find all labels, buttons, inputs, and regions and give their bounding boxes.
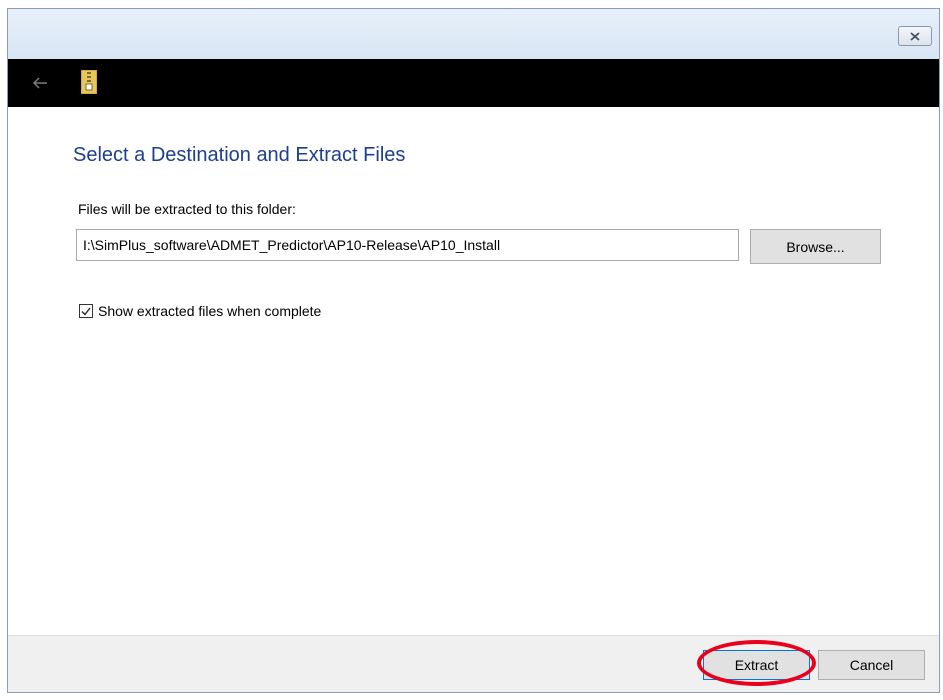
- title-bar: [8, 9, 939, 59]
- extract-button[interactable]: Extract: [703, 650, 810, 680]
- checkmark-icon: [81, 307, 91, 316]
- browse-button[interactable]: Browse...: [750, 229, 881, 264]
- destination-path-input[interactable]: [76, 229, 739, 261]
- header-bar: [8, 59, 939, 107]
- close-button[interactable]: [898, 26, 932, 46]
- cancel-button[interactable]: Cancel: [818, 650, 925, 680]
- close-icon: [910, 31, 920, 41]
- dialog-footer: Extract Cancel: [8, 635, 939, 692]
- show-extracted-files-checkbox[interactable]: [79, 304, 93, 318]
- show-extracted-files-label: Show extracted files when complete: [98, 303, 322, 319]
- show-extracted-files-option[interactable]: Show extracted files when complete: [79, 303, 321, 319]
- extract-dialog-window: Select a Destination and Extract Files F…: [7, 8, 940, 693]
- back-button[interactable]: [28, 71, 52, 95]
- destination-label: Files will be extracted to this folder:: [78, 201, 296, 217]
- back-arrow-icon: [32, 77, 47, 89]
- zip-folder-icon: [81, 70, 97, 94]
- page-title: Select a Destination and Extract Files: [73, 144, 406, 166]
